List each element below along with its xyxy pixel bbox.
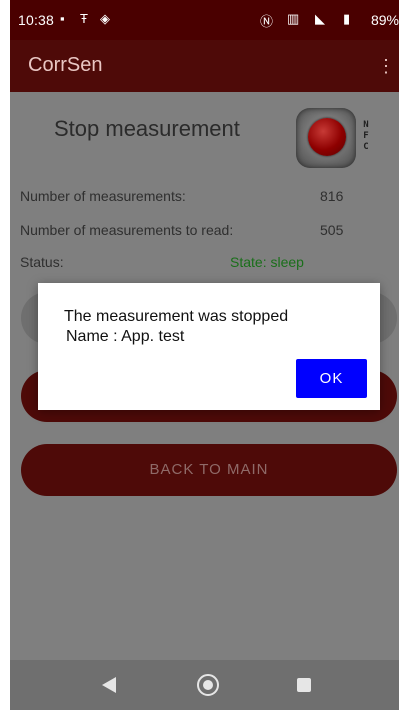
nfc-label: N F C [360, 120, 372, 153]
shield-icon: ◈ [100, 11, 110, 26]
record-indicator-icon [308, 118, 346, 156]
navigation-bar [10, 660, 399, 710]
info-label: Number of measurements to read: [20, 222, 234, 238]
status-bar: 10:38 ▪ Ŧ ◈ Ⓝ ▥ ◣ ▮ 89% [10, 0, 399, 40]
overflow-menu-icon[interactable]: ⋮ [377, 54, 395, 78]
app-title: CorrSen [28, 54, 103, 76]
wifi-icon: ◣ [315, 11, 325, 26]
stopped-dialog: The measurement was stopped Name : App. … [38, 283, 380, 410]
status-time: 10:38 [18, 12, 55, 28]
ok-button[interactable]: OK [296, 359, 367, 398]
info-row-status: Status: State: sleep [20, 254, 390, 274]
dialog-message: The measurement was stopped [64, 308, 289, 325]
nfc-icon: Ⓝ [260, 14, 274, 29]
nfc-letter-c: C [363, 142, 369, 152]
info-label: Number of measurements: [20, 188, 186, 204]
screen: 10:38 ▪ Ŧ ◈ Ⓝ ▥ ◣ ▮ 89% CorrSen ⋮ Stop m… [0, 0, 399, 710]
status-state: State: sleep [230, 254, 304, 270]
t-mobile-icon: Ŧ [80, 11, 88, 26]
info-row-to-read: Number of measurements to read: 505 [20, 222, 390, 242]
info-row-measurements: Number of measurements: 816 [20, 188, 390, 208]
info-value: 505 [320, 222, 344, 238]
vibrate-icon: ▥ [287, 11, 300, 26]
info-value: 816 [320, 188, 344, 204]
back-icon[interactable] [102, 677, 116, 693]
back-to-main-button[interactable]: BACK TO MAIN [21, 444, 397, 496]
nfc-letter-f: F [363, 131, 369, 141]
image-icon: ▪ [60, 11, 65, 26]
battery-icon: ▮ [343, 11, 351, 26]
stop-measurement-title: Stop measurement [54, 116, 240, 141]
dialog-name-line: Name : App. test [66, 328, 185, 345]
nfc-letter-n: N [363, 120, 369, 130]
battery-percent: 89% [370, 12, 399, 28]
home-icon[interactable] [197, 674, 219, 696]
info-label: Status: [20, 254, 64, 270]
recents-icon[interactable] [297, 678, 311, 692]
app-bar: CorrSen ⋮ [10, 40, 399, 92]
nfc-stop-button[interactable] [296, 108, 356, 168]
